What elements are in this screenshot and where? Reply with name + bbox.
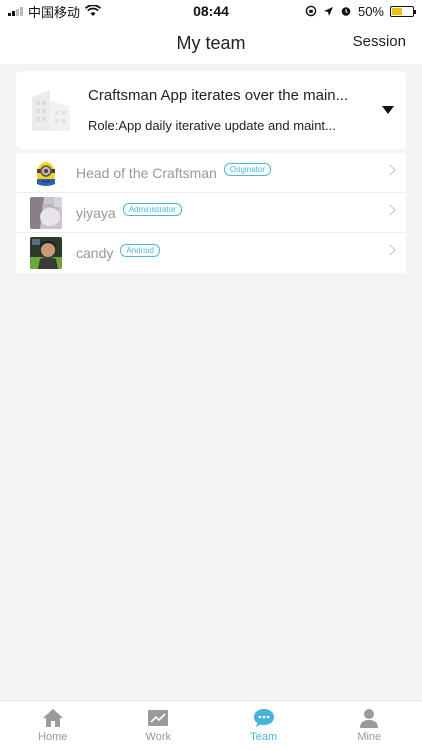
member-row[interactable]: candy Android	[16, 233, 406, 273]
tab-mine[interactable]: Mine	[317, 701, 422, 750]
member-row[interactable]: Head of the Craftsman Originator	[16, 153, 406, 193]
tab-label: Home	[38, 731, 68, 743]
carrier-label: 中国移动	[28, 4, 81, 20]
tab-home[interactable]: Home	[0, 701, 106, 750]
member-list: Head of the Craftsman Originator yiyaya …	[16, 153, 406, 273]
location-icon	[323, 6, 333, 16]
avatar	[30, 237, 62, 269]
tab-bar: Home Work Team Mine	[0, 700, 422, 750]
chevron-right-icon	[384, 204, 396, 216]
battery-fill	[392, 7, 402, 15]
person-icon	[360, 709, 379, 728]
rotation-lock-icon	[305, 5, 317, 17]
project-role: Role:App daily iterative update and main…	[88, 118, 336, 133]
battery-icon	[390, 5, 416, 17]
project-name: Craftsman App iterates over the main...	[88, 87, 349, 104]
battery-percent: 50%	[357, 3, 384, 19]
tab-label: Work	[145, 731, 171, 743]
wifi-icon	[85, 5, 102, 16]
member-name: yiyaya	[76, 204, 116, 221]
status-right: 50%	[305, 3, 416, 19]
status-left: 中国移动	[8, 2, 102, 21]
building-icon	[28, 79, 74, 141]
role-badge: Android	[120, 243, 160, 257]
nav-bar: My team Session	[0, 22, 422, 64]
avatar	[30, 196, 62, 229]
tab-team[interactable]: Team	[211, 701, 317, 750]
avatar	[30, 156, 62, 189]
session-button[interactable]: Session	[353, 33, 406, 50]
home-icon	[42, 709, 63, 727]
tab-work[interactable]: Work	[106, 701, 212, 750]
project-card[interactable]: Craftsman App iterates over the main... …	[16, 71, 406, 149]
project-info: Craftsman App iterates over the main... …	[88, 87, 366, 133]
chart-icon	[148, 710, 169, 726]
tab-label: Mine	[357, 731, 382, 743]
alarm-icon	[341, 7, 351, 16]
member-name: candy	[76, 245, 114, 261]
signal-strength-icon	[8, 6, 23, 16]
chat-bubble-icon	[253, 709, 274, 727]
chevron-right-icon	[384, 164, 396, 176]
member-name: Head of the Craftsman	[76, 164, 217, 181]
member-row[interactable]: yiyaya Administrator	[16, 193, 406, 233]
tab-label: Team	[250, 731, 278, 743]
role-badge: Administrator	[122, 203, 182, 216]
role-badge: Originator	[223, 163, 271, 176]
status-bar: 中国移动 08:44 50%	[0, 0, 422, 22]
page-title: My team	[176, 32, 246, 53]
chevron-right-icon	[384, 244, 396, 256]
dropdown-arrow-icon[interactable]	[382, 106, 394, 114]
